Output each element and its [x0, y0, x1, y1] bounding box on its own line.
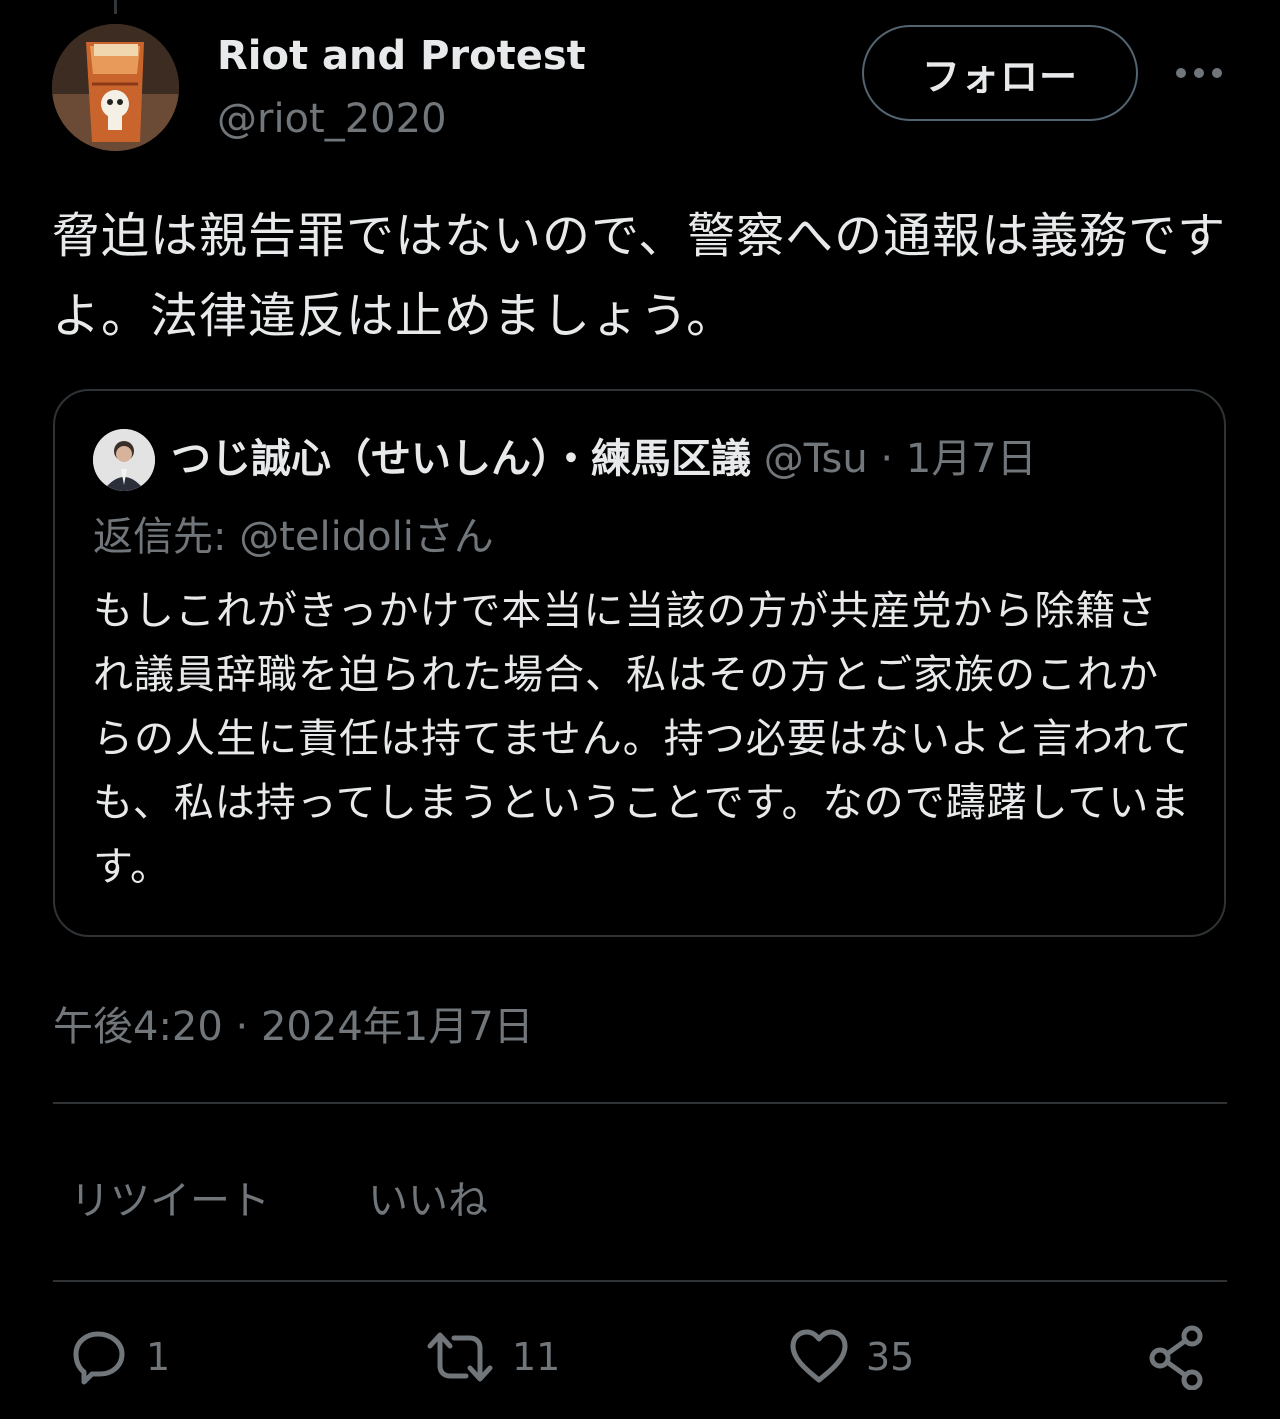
- like-count: 35: [866, 1335, 915, 1379]
- likes-stat-link[interactable]: いいね: [368, 1168, 488, 1226]
- tweet-timestamp[interactable]: 午後4:20 · 2024年1月7日: [53, 994, 534, 1052]
- quoted-reply-info: 返信先: @telidoliさん: [93, 509, 494, 565]
- share-icon: [1149, 1325, 1203, 1390]
- quoted-tweet-text: もしこれがきっかけで本当に当該の方が共産党から除籍され議員辞職を迫られた場合、私…: [93, 588, 1193, 890]
- quoted-author-avatar: [93, 429, 155, 491]
- tweet-text: 脅迫は親告罪ではないので、警察への通報は義務ですよ。法律違反は止めましょう。: [52, 208, 1227, 344]
- author-name[interactable]: Riot and Protest: [217, 33, 586, 79]
- like-button[interactable]: 35: [788, 1322, 914, 1392]
- heart-icon: [790, 1329, 848, 1383]
- reply-count: 1: [146, 1335, 171, 1379]
- reply-prefix: 返信先:: [93, 514, 240, 560]
- more-dots-icon[interactable]: [1172, 58, 1226, 88]
- retweet-button[interactable]: 11: [424, 1322, 560, 1392]
- quoted-tweet-header: つじ誠心（せいしん）・練馬区議 @Tsu · 1月7日: [171, 431, 1211, 487]
- retweet-icon: [427, 1332, 493, 1382]
- divider: [53, 1102, 1227, 1104]
- reply-button[interactable]: 1: [68, 1322, 170, 1392]
- author-avatar[interactable]: [52, 24, 179, 151]
- reply-suffix: さん: [413, 514, 494, 560]
- quoted-author-name: つじ誠心（せいしん）・練馬区議: [171, 436, 751, 482]
- reply-to-handle[interactable]: @telidoli: [239, 514, 414, 560]
- thread-line: [114, 0, 117, 14]
- author-handle[interactable]: @riot_2020: [217, 96, 447, 142]
- retweets-stat-link[interactable]: リツイート: [70, 1168, 270, 1226]
- divider: [53, 1280, 1227, 1282]
- retweet-count: 11: [512, 1335, 561, 1379]
- follow-button[interactable]: フォロー: [862, 25, 1138, 121]
- share-button[interactable]: [1146, 1322, 1208, 1392]
- reply-bubble-icon: [73, 1331, 125, 1385]
- quoted-tweet-card[interactable]: つじ誠心（せいしん）・練馬区議 @Tsu · 1月7日 返信先: @telido…: [53, 389, 1226, 937]
- quoted-tweet-meta: @Tsu · 1月7日: [751, 436, 1037, 482]
